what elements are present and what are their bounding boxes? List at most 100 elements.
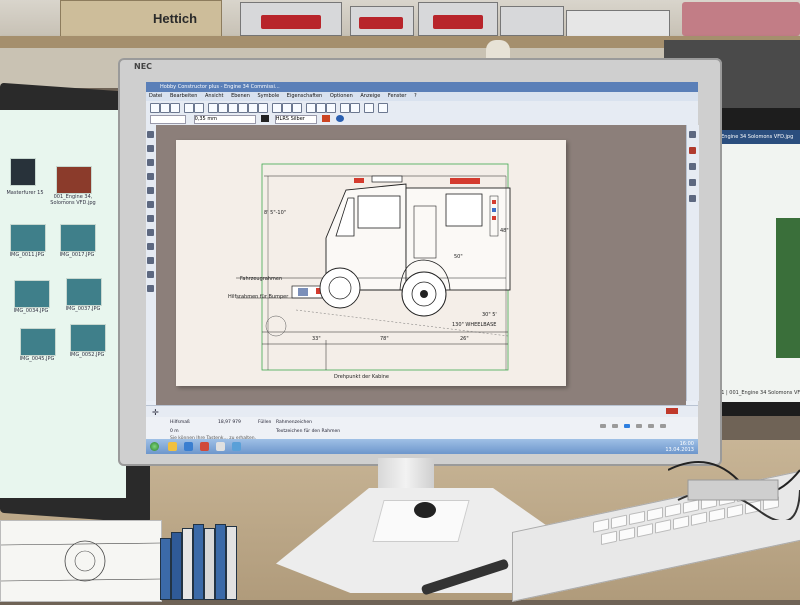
rotation-circle (265, 315, 287, 337)
dimension-label: 33" (312, 336, 321, 342)
fill-value: HLRS Silber (275, 116, 305, 122)
bumper-detail (298, 288, 308, 296)
property-field[interactable]: Hilfsmaß (170, 420, 190, 425)
dimension-label: 8' 5"-10" (264, 210, 287, 216)
menu-view[interactable]: Ansicht (202, 92, 226, 101)
eraser-icon[interactable] (147, 201, 154, 208)
dimension-label: 26" (460, 336, 469, 342)
property-field[interactable]: 0 m (170, 429, 179, 434)
settings-icon[interactable] (378, 103, 388, 113)
text-icon[interactable] (258, 103, 268, 113)
color-picker-icon[interactable] (689, 147, 696, 154)
windows-taskbar: 16:00 13.04.2013 (146, 439, 698, 454)
file-thumbnail[interactable] (10, 158, 36, 186)
menu-window[interactable]: Fenster (385, 92, 410, 101)
subframe-label: Hilfsrahmen für Bumper (228, 294, 289, 300)
file-thumbnail[interactable] (14, 280, 50, 308)
redo-icon[interactable] (194, 103, 204, 113)
mirror-icon[interactable] (147, 229, 154, 236)
file-thumbnail[interactable] (70, 324, 106, 352)
save-icon[interactable] (170, 103, 180, 113)
trim-icon[interactable] (147, 285, 154, 292)
menu-edit[interactable]: Bearbeiten (167, 92, 200, 101)
line-tool-icon[interactable] (147, 145, 154, 152)
snap-panel-icon[interactable] (689, 163, 696, 170)
binder (171, 532, 182, 600)
binder (182, 528, 193, 600)
curve-tool-icon[interactable] (147, 173, 154, 180)
line-width-value: 0,35 mm (194, 116, 218, 122)
monitor-button[interactable] (636, 424, 642, 428)
dimension-icon[interactable] (350, 103, 360, 113)
line-color-swatch[interactable] (261, 115, 270, 122)
file-thumbnail[interactable] (66, 278, 102, 306)
zoom-in-icon[interactable] (272, 103, 282, 113)
marker-light (492, 200, 496, 204)
binder (193, 524, 204, 600)
line-width-dropdown[interactable]: 0,35 mm (193, 115, 256, 124)
layer-icon[interactable] (326, 103, 336, 113)
frame-checkbox-label[interactable]: Rahmenzeichen (276, 420, 312, 425)
text-tool-icon[interactable] (147, 215, 154, 222)
file-thumbnail[interactable] (20, 328, 56, 356)
rectangle-icon[interactable] (228, 103, 238, 113)
fill-tool-icon[interactable] (147, 187, 154, 194)
style-dropdown[interactable] (150, 115, 186, 124)
fill-color-swatch[interactable] (322, 115, 331, 122)
monitor-button[interactable] (660, 424, 666, 428)
binder (215, 524, 226, 600)
media-icon[interactable] (200, 442, 209, 451)
menu-file[interactable]: Datei (146, 92, 165, 101)
dimension-panel-icon[interactable] (689, 179, 696, 186)
help-icon[interactable] (335, 115, 344, 122)
drawing-canvas[interactable] (176, 140, 566, 386)
hand-icon[interactable] (292, 103, 302, 113)
group-icon[interactable] (147, 271, 154, 278)
monitor-button[interactable] (612, 424, 618, 428)
rotate-icon[interactable] (147, 243, 154, 250)
text-frame-checkbox-label[interactable]: Textzeichen für den Rahmen (276, 429, 340, 434)
polygon-icon[interactable] (248, 103, 258, 113)
file-label: 001_Engine 34, Solomons VFD.jpg (50, 194, 96, 206)
undo-icon[interactable] (184, 103, 194, 113)
fill-dropdown[interactable]: HLRS Silber (274, 115, 317, 124)
file-thumbnail[interactable] (56, 166, 92, 194)
cables (668, 461, 800, 520)
circle-icon[interactable] (238, 103, 248, 113)
box-label: Hettich (153, 11, 198, 26)
layer-panel-icon[interactable] (689, 131, 696, 138)
menu-options[interactable]: Optionen (327, 92, 356, 101)
snap-icon[interactable] (316, 103, 326, 113)
scale-icon[interactable] (147, 257, 154, 264)
menu-help[interactable]: ? (411, 92, 420, 101)
new-icon[interactable] (150, 103, 160, 113)
cardboard-box: Hettich (60, 0, 222, 38)
explorer-icon[interactable] (168, 442, 177, 451)
line-icon[interactable] (218, 103, 228, 113)
menu-properties[interactable]: Eigenschaften (284, 92, 325, 101)
menu-symbols[interactable]: Symbole (255, 92, 283, 101)
monitor-button[interactable] (600, 424, 606, 428)
monitor-buttons (600, 424, 680, 430)
select-icon[interactable] (208, 103, 218, 113)
window-titlebar[interactable]: Hobby Constructor plus - Engine 34 Commi… (146, 82, 698, 92)
menu-display[interactable]: Anzeige (357, 92, 383, 101)
grid-icon[interactable] (306, 103, 316, 113)
print-icon[interactable] (364, 103, 374, 113)
file-thumbnail[interactable] (10, 224, 46, 252)
menu-layers[interactable]: Ebenen (228, 92, 253, 101)
hatch-panel-icon[interactable] (689, 195, 696, 202)
property-field[interactable]: 18,97 979 (218, 420, 241, 425)
open-icon[interactable] (160, 103, 170, 113)
app-icon[interactable] (216, 442, 225, 451)
file-thumbnail[interactable] (60, 224, 96, 252)
zoom-out-icon[interactable] (282, 103, 292, 113)
fill-checkbox-label[interactable]: Füllen (258, 420, 271, 425)
arc-tool-icon[interactable] (147, 159, 154, 166)
measure-icon[interactable] (340, 103, 350, 113)
monitor-button[interactable] (648, 424, 654, 428)
pointer-icon[interactable] (147, 131, 154, 138)
start-button-icon[interactable] (150, 442, 159, 451)
browser-icon[interactable] (184, 442, 193, 451)
hobby-constructor-icon[interactable] (232, 442, 241, 451)
